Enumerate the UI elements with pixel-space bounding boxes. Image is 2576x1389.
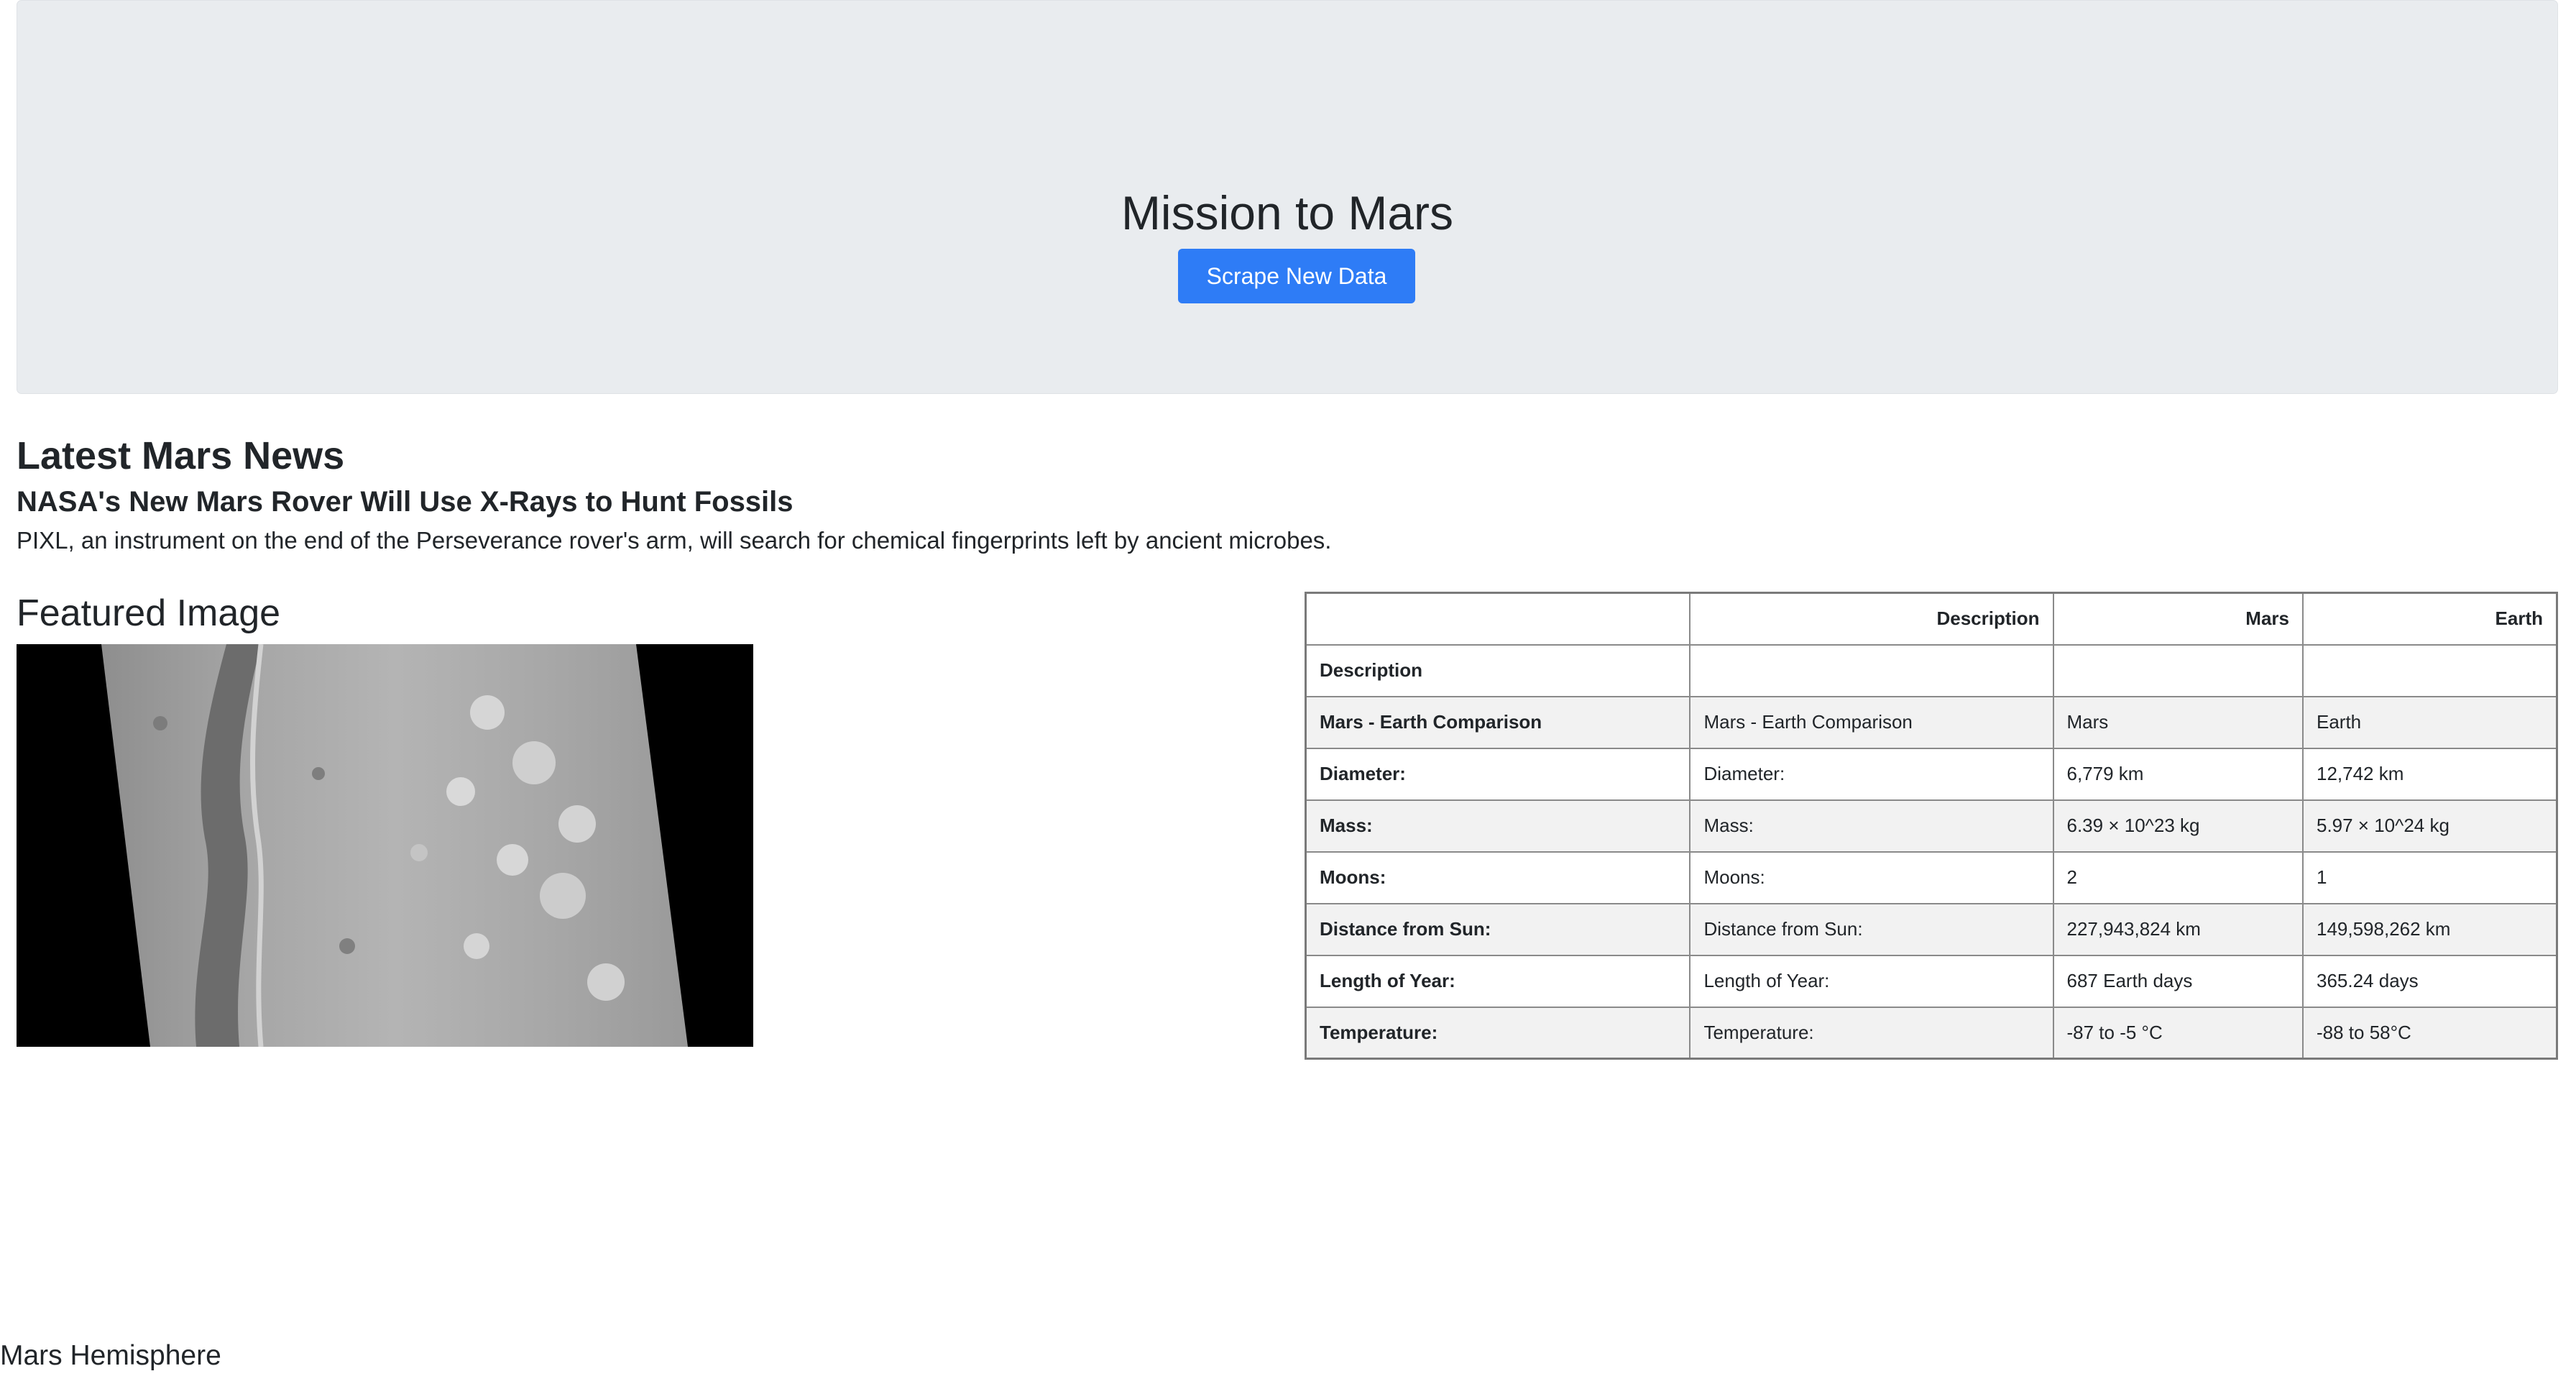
table-cell: 365.24 days — [2301, 954, 2558, 1008]
table-cell — [1689, 643, 2054, 697]
scrape-new-data-button[interactable]: Scrape New Data — [1178, 249, 1415, 303]
table-row: Distance from Sun: Distance from Sun: 22… — [1305, 902, 2558, 956]
table-row: Mars - Earth Comparison Mars - Earth Com… — [1305, 695, 2558, 749]
row-label: Distance from Sun: — [1305, 902, 1691, 956]
table-cell — [2052, 643, 2304, 697]
table-header-cell — [1305, 592, 1691, 646]
table-cell: Mars - Earth Comparison — [1689, 695, 2054, 749]
table-cell: 227,943,824 km — [2052, 902, 2304, 956]
table-row: Temperature: Temperature: -87 to -5 °C -… — [1305, 1006, 2558, 1060]
table-cell: Length of Year: — [1689, 954, 2054, 1008]
table-cell: 6,779 km — [2052, 747, 2304, 801]
mars-earth-facts-table: Description Mars Earth Description Mars … — [1305, 592, 2558, 1060]
table-header-cell: Mars — [2052, 592, 2304, 646]
table-cell: 6.39 × 10^23 kg — [2052, 799, 2304, 853]
table-header-cell: Earth — [2301, 592, 2558, 646]
row-label: Temperature: — [1305, 1006, 1691, 1060]
table-cell: Mass: — [1689, 799, 2054, 853]
table-cell: Moons: — [1689, 851, 2054, 904]
table-cell: 2 — [2052, 851, 2304, 904]
table-row: Length of Year: Length of Year: 687 Eart… — [1305, 954, 2558, 1008]
page-title: Mission to Mars — [1121, 186, 1454, 239]
table-cell: 149,598,262 km — [2301, 902, 2558, 956]
table-cell: Mars — [2052, 695, 2304, 749]
table-cell: Earth — [2301, 695, 2558, 749]
row-label: Mars - Earth Comparison — [1305, 695, 1691, 749]
table-cell: 687 Earth days — [2052, 954, 2304, 1008]
table-cell: -87 to -5 °C — [2052, 1006, 2304, 1060]
table-cell: -88 to 58°C — [2301, 1006, 2558, 1060]
table-row: Diameter: Diameter: 6,779 km 12,742 km — [1305, 747, 2558, 801]
jumbotron-header: Mission to Mars Scrape New Data — [17, 0, 2558, 394]
row-label: Description — [1305, 643, 1691, 697]
featured-image — [17, 644, 753, 1047]
news-title: NASA's New Mars Rover Will Use X-Rays to… — [17, 486, 794, 518]
table-cell: 5.97 × 10^24 kg — [2301, 799, 2558, 853]
mars-hemisphere-heading: Mars Hemisphere — [0, 1340, 221, 1371]
table-row: Description — [1305, 643, 2558, 697]
table-header-cell: Description — [1689, 592, 2054, 646]
table-cell: 12,742 km — [2301, 747, 2558, 801]
latest-news-heading: Latest Mars News — [17, 434, 345, 477]
row-label: Mass: — [1305, 799, 1691, 853]
featured-image-heading: Featured Image — [17, 592, 281, 634]
table-row: Moons: Moons: 2 1 — [1305, 851, 2558, 904]
news-teaser: PIXL, an instrument on the end of the Pe… — [17, 527, 1332, 554]
table-cell: Distance from Sun: — [1689, 902, 2054, 956]
table-cell: Temperature: — [1689, 1006, 2054, 1060]
table-cell: 1 — [2301, 851, 2558, 904]
row-label: Moons: — [1305, 851, 1691, 904]
table-cell: Diameter: — [1689, 747, 2054, 801]
table-header-row: Description Mars Earth — [1305, 592, 2558, 646]
row-label: Diameter: — [1305, 747, 1691, 801]
table-cell — [2301, 643, 2558, 697]
table-row: Mass: Mass: 6.39 × 10^23 kg 5.97 × 10^24… — [1305, 799, 2558, 853]
row-label: Length of Year: — [1305, 954, 1691, 1008]
